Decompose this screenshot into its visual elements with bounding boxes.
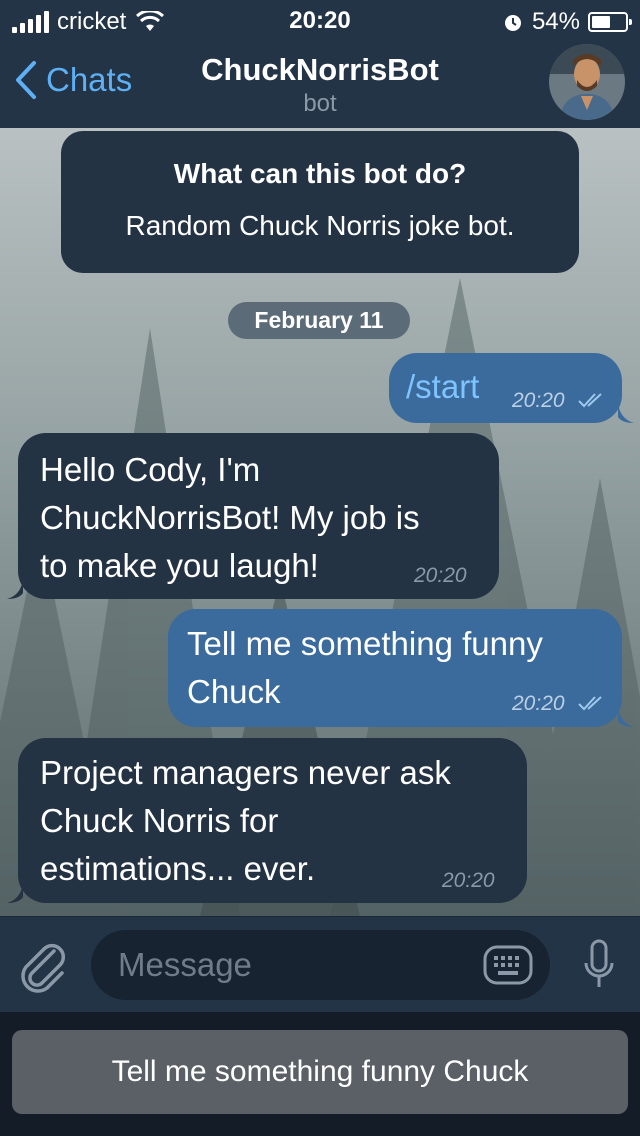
- message-time: 20:20: [442, 869, 495, 892]
- attach-icon[interactable]: [20, 941, 68, 993]
- bot-info-text: Random Chuck Norris joke bot.: [125, 210, 515, 241]
- battery-icon: [588, 12, 632, 32]
- bubble-tail: [7, 579, 23, 599]
- avatar[interactable]: [549, 44, 625, 120]
- bot-info-heading: What can this bot do?: [173, 158, 467, 189]
- message-line: ChuckNorrisBot! My job is: [40, 499, 420, 536]
- message-line: Hello Cody, I'm: [40, 451, 261, 488]
- battery-percent: 54%: [531, 8, 580, 35]
- bubble-tail: [618, 707, 634, 727]
- message-time: 20:20: [512, 692, 565, 715]
- message-incoming[interactable]: Project managers never ask Chuck Norris …: [18, 738, 527, 903]
- read-checkmarks-icon: [578, 393, 602, 408]
- message-line: Tell me something funny: [187, 625, 543, 662]
- message-line: Project managers never ask: [40, 754, 451, 791]
- bot-avatar-image: [549, 44, 625, 120]
- message-line: Chuck Norris for: [40, 802, 279, 839]
- message-time: 20:20: [414, 564, 467, 587]
- microphone-icon[interactable]: [582, 939, 616, 991]
- date-separator: February 11: [228, 302, 410, 339]
- message-time: 20:20: [512, 389, 565, 412]
- bubble-tail: [618, 403, 634, 423]
- chat-subtitle: bot: [303, 90, 337, 117]
- message-incoming[interactable]: Hello Cody, I'm ChuckNorrisBot! My job i…: [18, 433, 499, 599]
- message-line: estimations... ever.: [40, 850, 316, 887]
- message-composer: Message: [0, 916, 640, 1013]
- message-line: to make you laugh!: [40, 547, 319, 584]
- bot-info-card: What can this bot do? Random Chuck Norri…: [61, 131, 579, 273]
- reply-keyboard-button[interactable]: Tell me something funny Chuck: [12, 1030, 628, 1114]
- bubble-tail: [7, 883, 23, 903]
- chat-title[interactable]: ChuckNorrisBot: [0, 52, 640, 88]
- message-placeholder: Message: [118, 946, 252, 983]
- bot-reply-keyboard: Tell me something funny Chuck: [0, 1012, 640, 1136]
- keyboard-icon[interactable]: [483, 945, 533, 985]
- alarm-icon: [504, 15, 521, 31]
- message-line: Chuck: [187, 673, 281, 710]
- read-checkmarks-icon: [578, 696, 602, 711]
- message-outgoing[interactable]: /start 20:20: [389, 353, 622, 423]
- chat-header: Chats ChuckNorrisBot bot: [0, 40, 640, 128]
- status-bar: cricket 20:20 54%: [0, 0, 640, 40]
- message-text: /start: [406, 368, 480, 405]
- status-right: 54%: [502, 8, 632, 36]
- message-input[interactable]: Message: [91, 930, 550, 1000]
- message-outgoing[interactable]: Tell me something funny Chuck 20:20: [168, 609, 622, 727]
